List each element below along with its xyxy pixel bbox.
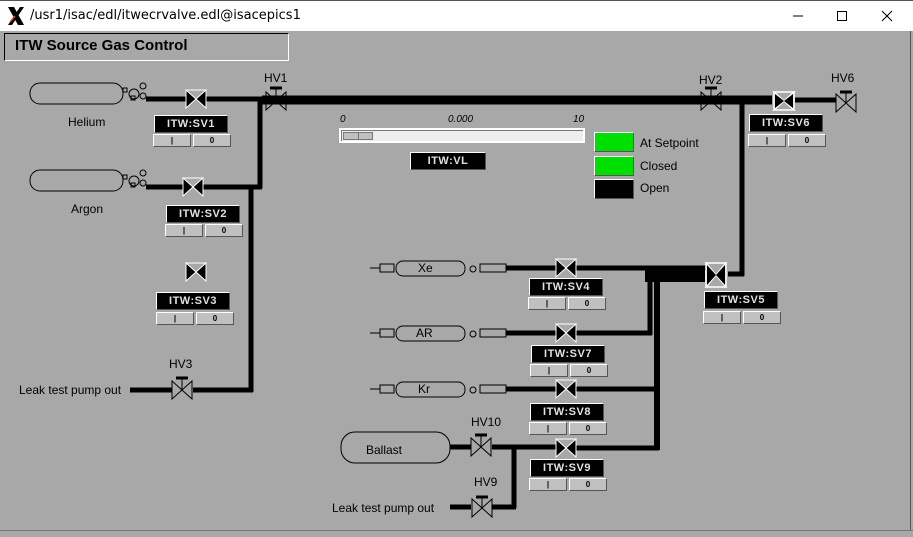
sv8-open-button[interactable]: | [529,422,567,435]
sv7-valve-icon[interactable] [554,323,578,344]
sv9-open-button[interactable]: | [529,478,567,491]
sv7-pv-label: ITW:SV7 [531,345,605,363]
sv2-close-button[interactable]: 0 [205,224,243,237]
legend-closed-swatch [594,156,634,176]
sv5-pv-label: ITW:SV5 [704,291,778,309]
hv10-label: HV10 [471,415,502,429]
leak-valve-slider[interactable] [339,128,585,143]
legend-at-setpoint-swatch [594,132,634,152]
sv2-valve-icon[interactable] [181,177,205,198]
legend-closed-label: Closed [640,159,678,173]
hv10-valve-icon[interactable] [470,433,492,458]
argon-bottle-icon [29,169,147,192]
sv3-pv-label: ITW:SV3 [156,292,230,310]
sv8-controls: | 0 [529,422,607,435]
legend-open-label: Open [640,181,670,195]
sv2-controls: | 0 [165,224,243,237]
hv9-valve-icon[interactable] [471,495,493,519]
slider-max-label: 10 [573,114,585,125]
sv7-open-button[interactable]: | [530,364,568,377]
argon-label: Argon [71,202,104,216]
sv7-controls: | 0 [530,364,608,377]
sv4-controls: | 0 [528,297,606,310]
sv1-controls: | 0 [153,134,231,147]
sv1-close-button[interactable]: 0 [193,134,231,147]
sv9-pv-label: ITW:SV9 [530,459,604,477]
sv3-valve-icon[interactable] [184,262,208,283]
sv5-close-button[interactable]: 0 [743,311,781,324]
sv2-open-button[interactable]: | [165,224,203,237]
sv6-open-button[interactable]: | [748,134,786,147]
kr-label: Kr [418,382,430,396]
sv3-open-button[interactable]: | [156,312,194,325]
hv2-label: HV2 [699,73,723,87]
helium-bottle-icon [29,82,147,105]
sv8-close-button[interactable]: 0 [569,422,607,435]
sv1-pv-label: ITW:SV1 [154,115,228,133]
hv6-label: HV6 [831,71,855,85]
sv4-valve-icon[interactable] [554,258,578,279]
leak-test-pump-out-bottom-label: Leak test pump out [332,501,435,515]
sv8-valve-icon[interactable] [554,379,578,400]
sv9-controls: | 0 [529,478,607,491]
sv5-open-button[interactable]: | [703,311,741,324]
slider-min-label: 0 [340,114,346,125]
sv6-close-button[interactable]: 0 [788,134,826,147]
hv6-valve-icon[interactable] [835,90,857,114]
slider-thumb[interactable] [343,132,373,140]
leak-test-pump-out-left-label: Leak test pump out [19,383,122,397]
slider-readback: 0.000 [448,114,474,125]
kr-bottle-icon [370,381,507,398]
sv9-close-button[interactable]: 0 [569,478,607,491]
sv1-open-button[interactable]: | [153,134,191,147]
hv1-label: HV1 [264,71,288,85]
sv6-pv-label: ITW:SV6 [749,114,823,132]
legend-open-swatch [594,179,634,199]
leak-valve-pv-label: ITW:VL [410,152,486,170]
ar-bottle-icon [370,325,507,342]
ballast-label: Ballast [366,443,403,457]
hv3-valve-icon[interactable] [171,376,193,401]
sv8-pv-label: ITW:SV8 [530,403,604,421]
sv7-close-button[interactable]: 0 [570,364,608,377]
sv9-valve-icon[interactable] [554,438,578,459]
sv4-pv-label: ITW:SV4 [529,278,603,296]
xe-label: Xe [418,261,433,275]
legend-at-setpoint-label: At Setpoint [640,136,699,150]
sv1-valve-icon[interactable] [184,89,208,110]
piping-diagram [29,82,857,519]
helium-label: Helium [68,115,106,129]
xe-bottle-icon [370,260,507,277]
sv6-controls: | 0 [748,134,826,147]
sv3-close-button[interactable]: 0 [196,312,234,325]
sv3-controls: | 0 [156,312,234,325]
hv9-label: HV9 [474,475,498,489]
sv5-controls: | 0 [703,311,781,324]
sv4-open-button[interactable]: | [528,297,566,310]
sv4-close-button[interactable]: 0 [568,297,606,310]
sv2-pv-label: ITW:SV2 [166,205,240,223]
hv3-label: HV3 [169,357,193,371]
ar-label: AR [416,326,433,340]
